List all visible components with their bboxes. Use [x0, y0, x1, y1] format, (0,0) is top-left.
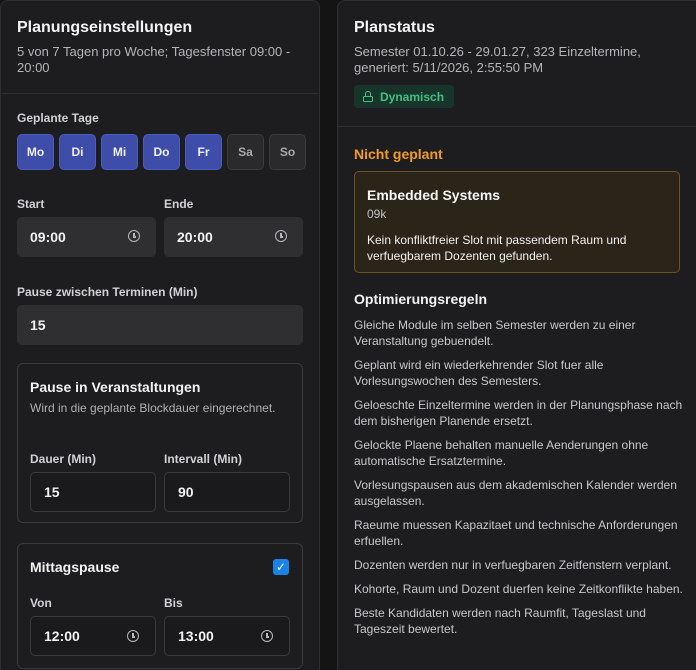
plan-status-header: Planstatus Semester 01.10.26 - 29.01.27,… [338, 1, 696, 127]
planning-settings-panel: Planungseinstellungen 5 von 7 Tagen pro … [0, 0, 320, 670]
day-toggle-di[interactable]: Di [59, 134, 96, 170]
optimization-rules-title: Optimierungsregeln [354, 291, 488, 307]
dynamic-status-badge: Dynamisch [354, 85, 455, 108]
lunch-from-label: Von [30, 596, 52, 610]
lunch-to-value: 13:00 [178, 628, 214, 644]
day-toggle-fr[interactable]: Fr [185, 134, 222, 170]
dynamic-badge-label: Dynamisch [380, 89, 445, 104]
unlock-icon [363, 91, 373, 102]
rule-item: Geplant wird ein wiederkehrender Slot fu… [354, 358, 604, 388]
planned-days-label: Geplante Tage [17, 111, 99, 125]
lunch-to-input[interactable]: 13:00 [164, 616, 290, 656]
end-time-input[interactable]: 20:00 [164, 217, 303, 257]
day-toggle-so[interactable]: So [269, 134, 306, 170]
pause-between-label: Pause zwischen Terminen (Min) [17, 285, 198, 299]
plan-status-title: Planstatus [354, 19, 435, 36]
day-toggle-sa[interactable]: Sa [227, 134, 264, 170]
break-section-subtitle: Wird in die geplante Blockdauer eingerec… [30, 401, 276, 415]
rule-item: Gleiche Module im selben Semester werden… [354, 318, 636, 348]
break-section-title: Pause in Veranstaltungen [30, 379, 201, 395]
rule-item: Gelockte Plaene behalten manuelle Aender… [354, 438, 649, 468]
lunch-to-label: Bis [164, 596, 183, 610]
end-label: Ende [164, 197, 194, 211]
not-planned-title: Nicht geplant [354, 146, 443, 162]
pause-between-input[interactable]: 15 [17, 305, 303, 345]
lunch-from-value: 12:00 [44, 628, 80, 644]
plan-status-subtitle: Semester 01.10.26 - 29.01.27, 323 Einzel… [354, 44, 641, 75]
planning-settings-title: Planungseinstellungen [17, 19, 193, 36]
day-toggle-mo[interactable]: Mo [17, 134, 54, 170]
pause-between-value: 15 [30, 317, 46, 333]
rule-item: Beste Kandidaten werden nach Raumfit, Ta… [354, 606, 646, 636]
break-duration-value: 15 [44, 484, 60, 500]
optimization-rules-list: Gleiche Module im selben Semester werden… [354, 317, 684, 645]
rule-item: Geloeschte Einzeltermine werden in der P… [354, 398, 683, 428]
unplanned-item-card: Embedded Systems 09k Kein konfliktfreier… [354, 171, 680, 273]
break-interval-value: 90 [178, 484, 194, 500]
clock-icon [275, 230, 287, 242]
lunch-break-title: Mittagspause [30, 559, 120, 575]
break-interval-input[interactable]: 90 [164, 472, 290, 512]
checkmark-icon: ✓ [275, 560, 287, 574]
planned-days-group: Mo Di Mi Do Fr Sa So [17, 134, 306, 170]
end-time-value: 20:00 [177, 229, 213, 245]
rule-item: Raeume muessen Kapazitaet und technische… [354, 518, 678, 548]
unplanned-item-name: Embedded Systems [367, 187, 501, 203]
unplanned-item-code: 09k [367, 207, 387, 221]
planning-settings-subtitle: 5 von 7 Tagen pro Woche; Tagesfenster 09… [17, 44, 291, 75]
lunch-from-input[interactable]: 12:00 [30, 616, 156, 656]
unplanned-item-message: Kein konfliktfreier Slot mit passendem R… [367, 233, 627, 263]
rule-item: Dozenten werden nur in verfuegbaren Zeit… [354, 558, 672, 572]
start-time-input[interactable]: 09:00 [17, 217, 156, 257]
break-duration-input[interactable]: 15 [30, 472, 156, 512]
rule-item: Vorlesungspausen aus dem akademischen Ka… [354, 478, 677, 508]
start-label: Start [17, 197, 45, 211]
break-interval-label: Intervall (Min) [164, 452, 243, 466]
clock-icon [128, 230, 140, 242]
start-time-value: 09:00 [30, 229, 66, 245]
day-toggle-mi[interactable]: Mi [101, 134, 138, 170]
lunch-break-checkbox[interactable]: ✓ [273, 559, 289, 575]
day-toggle-do[interactable]: Do [143, 134, 180, 170]
plan-status-panel: Planstatus Semester 01.10.26 - 29.01.27,… [337, 0, 696, 670]
rule-item: Kohorte, Raum und Dozent duerfen keine Z… [354, 582, 683, 596]
planning-settings-header: Planungseinstellungen 5 von 7 Tagen pro … [1, 1, 319, 94]
break-in-events-section: Pause in Veranstaltungen Wird in die gep… [17, 363, 303, 523]
clock-icon [261, 630, 273, 642]
clock-icon [127, 630, 139, 642]
break-duration-label: Dauer (Min) [30, 452, 96, 466]
lunch-break-section: Mittagspause ✓ Von 12:00 Bis 13:00 [17, 543, 303, 669]
